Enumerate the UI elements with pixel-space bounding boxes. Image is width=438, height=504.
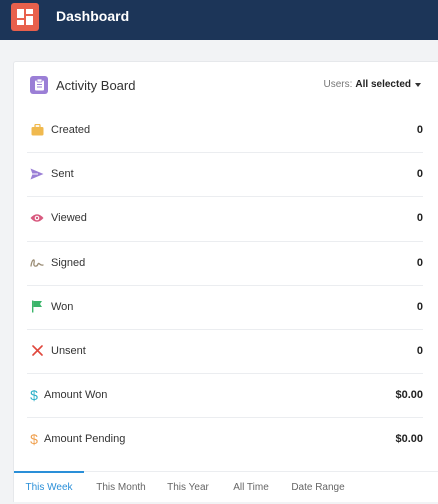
metric-row-amount-won: $ Amount Won $0.00 xyxy=(27,374,423,419)
metric-value: 0 xyxy=(416,256,423,269)
flag-icon xyxy=(30,300,44,314)
metric-value: $0.00 xyxy=(395,389,423,402)
metric-label: Unsent xyxy=(51,344,86,357)
users-filter-dropdown[interactable]: Users: All selected xyxy=(323,79,421,91)
metric-label: Amount Pending xyxy=(44,433,126,446)
users-filter-label: Users: xyxy=(323,79,353,90)
metric-label: Amount Won xyxy=(44,389,108,402)
page-title: Dashboard xyxy=(56,8,130,24)
metric-row-amount-pending: $ Amount Pending $0.00 xyxy=(27,418,423,462)
metric-value: 0 xyxy=(416,344,423,357)
x-icon xyxy=(30,344,44,358)
eye-icon xyxy=(30,211,44,225)
briefcase-icon xyxy=(30,123,44,137)
metric-row-sent: Sent 0 xyxy=(27,153,423,198)
metrics-list: Created 0 Sent 0 Viewed 0 Signed 0 Won 0… xyxy=(27,109,423,463)
metric-row-created: Created 0 xyxy=(27,109,423,154)
metric-row-unsent: Unsent 0 xyxy=(27,330,423,375)
metric-label: Signed xyxy=(51,256,86,269)
metric-label: Created xyxy=(51,124,91,136)
activity-board-card: Activity Board Users: All selected Creat… xyxy=(13,61,438,502)
dollar-icon: $ xyxy=(30,387,38,404)
metric-value: 0 xyxy=(416,124,423,136)
clipboard-icon xyxy=(30,76,48,94)
tab-date-range[interactable]: Date Range xyxy=(284,472,352,504)
top-bar: Dashboard xyxy=(0,0,438,40)
board-title: Activity Board xyxy=(56,78,136,93)
metric-value: 0 xyxy=(416,300,423,313)
paper-plane-icon xyxy=(30,167,44,181)
tab-this-week[interactable]: This Week xyxy=(14,471,84,504)
metric-label: Sent xyxy=(51,168,74,181)
metric-value: 0 xyxy=(416,212,423,225)
tab-this-year[interactable]: This Year xyxy=(158,472,218,504)
date-range-tabs: This Week This Month This Year All Time … xyxy=(14,471,438,503)
metric-label: Viewed xyxy=(51,212,87,225)
metric-row-viewed: Viewed 0 xyxy=(27,197,423,242)
tab-this-month[interactable]: This Month xyxy=(84,472,158,504)
metric-value: $0.00 xyxy=(395,433,423,446)
signature-icon xyxy=(30,256,44,270)
metric-label: Won xyxy=(51,300,74,313)
dashboard-grid-icon[interactable] xyxy=(11,3,39,31)
users-filter-value: All selected xyxy=(355,79,411,90)
card-header: Activity Board Users: All selected xyxy=(14,62,438,108)
metric-value: 0 xyxy=(416,168,423,181)
metric-row-signed: Signed 0 xyxy=(27,242,423,286)
caret-down-icon xyxy=(415,83,421,87)
metric-row-won: Won 0 xyxy=(27,286,423,330)
tab-all-time[interactable]: All Time xyxy=(218,472,284,504)
dollar-icon: $ xyxy=(30,431,38,448)
